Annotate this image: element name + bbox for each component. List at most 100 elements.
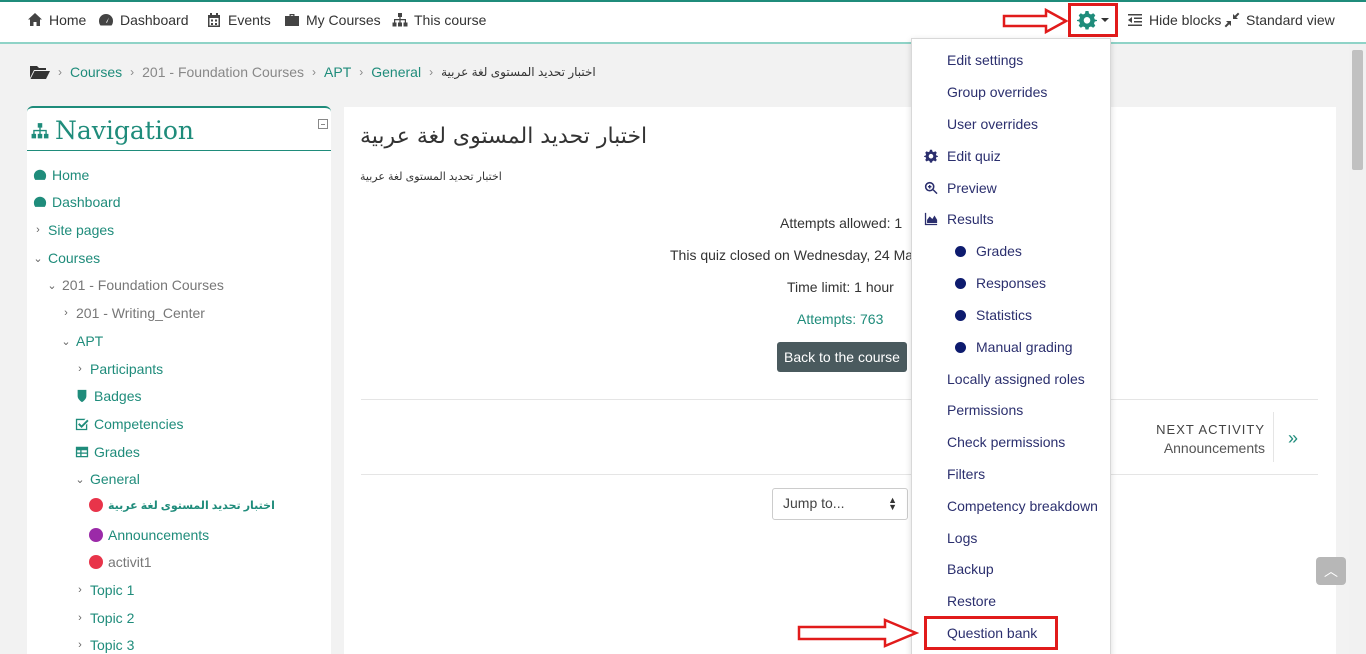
- standard-view-button[interactable]: Standard view: [1224, 12, 1335, 28]
- chevron-down-icon: ⌄: [61, 335, 71, 348]
- nav-tree-home[interactable]: Home: [33, 167, 89, 183]
- nav-tree-activit1[interactable]: activit1: [89, 554, 152, 570]
- menu-local-roles[interactable]: Locally assigned roles: [947, 371, 1085, 387]
- nav-this-course-label: This course: [414, 12, 487, 28]
- bullet-icon: [955, 245, 966, 257]
- nav-tree-participants[interactable]: › Participants: [75, 361, 163, 377]
- nav-tree-label: Competencies: [94, 416, 184, 432]
- breadcrumb-category[interactable]: 201 - Foundation Courses: [142, 64, 304, 80]
- menu-edit-quiz[interactable]: Edit quiz: [924, 148, 1001, 164]
- double-chevron-right-icon[interactable]: »: [1288, 428, 1298, 449]
- hide-blocks-button[interactable]: Hide blocks: [1127, 12, 1221, 28]
- menu-responses[interactable]: Responses: [955, 275, 1046, 291]
- dashboard-icon: [98, 14, 114, 26]
- nav-tree-dashboard[interactable]: Dashboard: [33, 194, 121, 210]
- nav-dashboard-label: Dashboard: [120, 12, 189, 28]
- nav-tree-topic3[interactable]: › Topic 3: [75, 637, 134, 653]
- bullet-icon: [955, 341, 966, 353]
- menu-user-overrides[interactable]: User overrides: [947, 116, 1038, 132]
- nav-tree-foundation[interactable]: ⌄ 201 - Foundation Courses: [47, 277, 223, 293]
- breadcrumb-course[interactable]: APT: [324, 64, 351, 80]
- nav-tree-label: Topic 2: [90, 610, 135, 626]
- menu-label: Results: [947, 211, 994, 227]
- collapse-block-button[interactable]: [318, 119, 328, 129]
- menu-backup[interactable]: Backup: [947, 561, 994, 577]
- nav-tree-writing[interactable]: › 201 - Writing_Center: [61, 305, 205, 321]
- outdent-icon: [1128, 14, 1142, 26]
- nav-tree-topic2[interactable]: › Topic 2: [75, 610, 134, 626]
- next-activity-link[interactable]: Announcements: [1150, 440, 1265, 456]
- nav-tree-label: APT: [76, 333, 104, 349]
- nav-tree-label: Topic 3: [90, 637, 135, 653]
- menu-edit-settings[interactable]: Edit settings: [947, 52, 1023, 68]
- nav-tree-label: Dashboard: [52, 194, 121, 210]
- nav-my-courses[interactable]: My Courses: [284, 12, 381, 28]
- nav-tree-badges[interactable]: Badges: [75, 388, 141, 404]
- menu-label: Edit quiz: [947, 148, 1001, 164]
- sitemap-icon: [392, 13, 408, 27]
- nav-tree-label: Announcements: [108, 527, 210, 543]
- nav-home-label: Home: [49, 12, 87, 28]
- menu-competency-breakdown[interactable]: Competency breakdown: [947, 498, 1098, 514]
- nav-tree-site-pages[interactable]: › Site pages: [33, 222, 114, 238]
- nav-tree-label: activit1: [108, 554, 152, 570]
- nav-home[interactable]: Home: [27, 12, 86, 28]
- attempts-link[interactable]: Attempts: 763: [797, 311, 883, 327]
- menu-filters[interactable]: Filters: [947, 466, 985, 482]
- chevron-up-icon: ︿: [1324, 563, 1338, 579]
- menu-restore[interactable]: Restore: [947, 593, 996, 609]
- nav-dashboard[interactable]: Dashboard: [98, 12, 189, 28]
- sort-caret-icon: ▲ ▼: [888, 495, 897, 512]
- chevron-right-icon: ›: [64, 307, 68, 319]
- gear-icon: [924, 149, 938, 163]
- menu-group-overrides[interactable]: Group overrides: [947, 84, 1047, 100]
- menu-check-permissions[interactable]: Check permissions: [947, 434, 1065, 450]
- menu-label: Manual grading: [976, 339, 1073, 355]
- nav-tree-quiz[interactable]: اختبار تحديد المستوى لغة عربية: [89, 498, 275, 512]
- zoom-icon: [924, 181, 938, 195]
- nav-tree-apt[interactable]: ⌄ APT: [61, 333, 103, 349]
- nav-tree-courses[interactable]: ⌄ Courses: [33, 250, 100, 266]
- back-to-top-button[interactable]: ︿: [1316, 557, 1346, 585]
- quiz-description: اختبار تحديد المستوى لغة عربية: [360, 171, 502, 183]
- breadcrumb-courses[interactable]: Courses: [70, 64, 122, 80]
- menu-preview[interactable]: Preview: [924, 180, 997, 196]
- nav-tree-topic1[interactable]: › Topic 1: [75, 582, 134, 598]
- folder-open-icon: [30, 66, 50, 79]
- settings-gear-button[interactable]: [1068, 3, 1118, 37]
- nav-tree-announcements[interactable]: Announcements: [89, 527, 209, 543]
- nav-tree-general[interactable]: ⌄ General: [75, 471, 139, 487]
- gear-icon: [1077, 11, 1097, 30]
- menu-manual-grading[interactable]: Manual grading: [955, 339, 1073, 355]
- menu-statistics[interactable]: Statistics: [955, 307, 1032, 323]
- chevron-down-icon: ⌄: [47, 279, 57, 292]
- menu-permissions[interactable]: Permissions: [947, 402, 1023, 418]
- navigation-title: Navigation: [55, 116, 195, 145]
- nav-events[interactable]: Events: [206, 12, 271, 28]
- nav-my-courses-label: My Courses: [306, 12, 381, 28]
- nav-tree-competencies[interactable]: Competencies: [75, 416, 184, 432]
- breadcrumb: › Courses › 201 - Foundation Courses › A…: [30, 64, 596, 80]
- home-icon: [28, 13, 42, 26]
- back-to-course-button[interactable]: Back to the course: [777, 342, 907, 372]
- breadcrumb-section[interactable]: General: [371, 64, 421, 80]
- menu-grades[interactable]: Grades: [955, 243, 1022, 259]
- nav-tree-grades[interactable]: Grades: [75, 444, 140, 460]
- chevron-right-icon: ›: [78, 363, 82, 375]
- navigation-header: Navigation: [31, 116, 194, 145]
- menu-results[interactable]: Results: [924, 211, 994, 227]
- compress-icon: [1224, 12, 1240, 28]
- nav-this-course[interactable]: This course: [392, 12, 486, 28]
- bullet-icon: [955, 277, 966, 289]
- scrollbar-thumb[interactable]: [1352, 50, 1363, 170]
- menu-label: Preview: [947, 180, 997, 196]
- annotation-arrow-bottom: [797, 618, 919, 648]
- chevron-right-icon: ›: [36, 224, 40, 236]
- menu-logs[interactable]: Logs: [947, 530, 977, 546]
- nav-tree-label: Courses: [48, 250, 101, 266]
- nav-events-label: Events: [228, 12, 271, 28]
- jump-to-select[interactable]: Jump to... ▲ ▼: [772, 488, 908, 520]
- divider: [361, 399, 1318, 400]
- chevron-right-icon: ›: [78, 639, 82, 651]
- scrollbar[interactable]: [1349, 44, 1366, 654]
